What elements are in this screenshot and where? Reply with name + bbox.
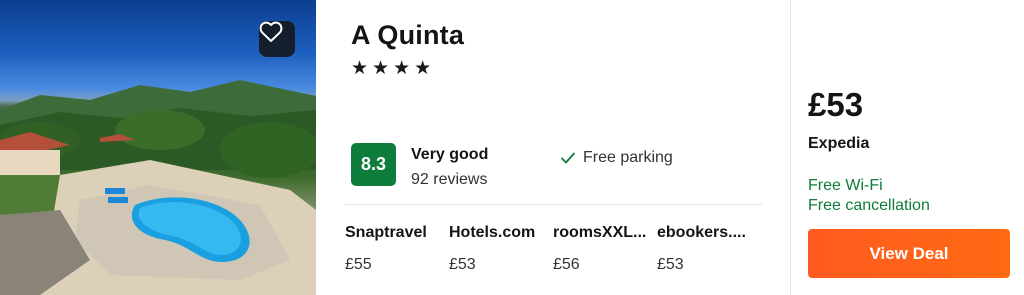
provider-price: £53 [449, 256, 476, 273]
best-price[interactable]: £53 [808, 86, 863, 124]
hotel-photo[interactable] [0, 0, 316, 295]
hotel-name[interactable]: A Quinta [351, 20, 464, 51]
view-deal-button[interactable]: View Deal [808, 229, 1010, 278]
amenity-label: Free parking [583, 149, 673, 166]
provider-price-list: Snaptravel £55 Hotels.com £53 roomsXXL..… [345, 224, 765, 274]
check-icon [561, 152, 575, 164]
provider-price-item[interactable]: Hotels.com £53 [449, 224, 553, 274]
provider-price: £53 [657, 256, 684, 273]
provider-name: Hotels.com [449, 224, 536, 241]
best-price-provider: Expedia [808, 135, 870, 152]
provider-name: ebookers.... [657, 224, 746, 241]
provider-price: £56 [553, 256, 580, 273]
heart-icon [259, 21, 283, 42]
rating-label[interactable]: Very good [411, 146, 488, 164]
star-rating: ★★★★ [351, 58, 436, 79]
provider-price-item[interactable]: Snaptravel £55 [345, 224, 449, 274]
provider-price-item[interactable]: ebookers.... £53 [657, 224, 761, 274]
provider-name: roomsXXL... [553, 224, 647, 241]
hotel-card: A Quinta ★★★★ 8.3 Very good 92 reviews F… [0, 0, 1024, 295]
favorite-button[interactable] [259, 21, 295, 57]
review-score-badge[interactable]: 8.3 [351, 143, 396, 186]
provider-name: Snaptravel [345, 224, 427, 241]
review-count[interactable]: 92 reviews [411, 171, 487, 189]
perk-free-wifi: Free Wi-Fi [808, 177, 883, 194]
divider [345, 204, 762, 205]
column-divider [790, 0, 791, 295]
amenity-item: Free parking [561, 149, 673, 167]
provider-price-item[interactable]: roomsXXL... £56 [553, 224, 657, 274]
provider-price: £55 [345, 256, 372, 273]
perk-free-cancellation: Free cancellation [808, 197, 930, 214]
